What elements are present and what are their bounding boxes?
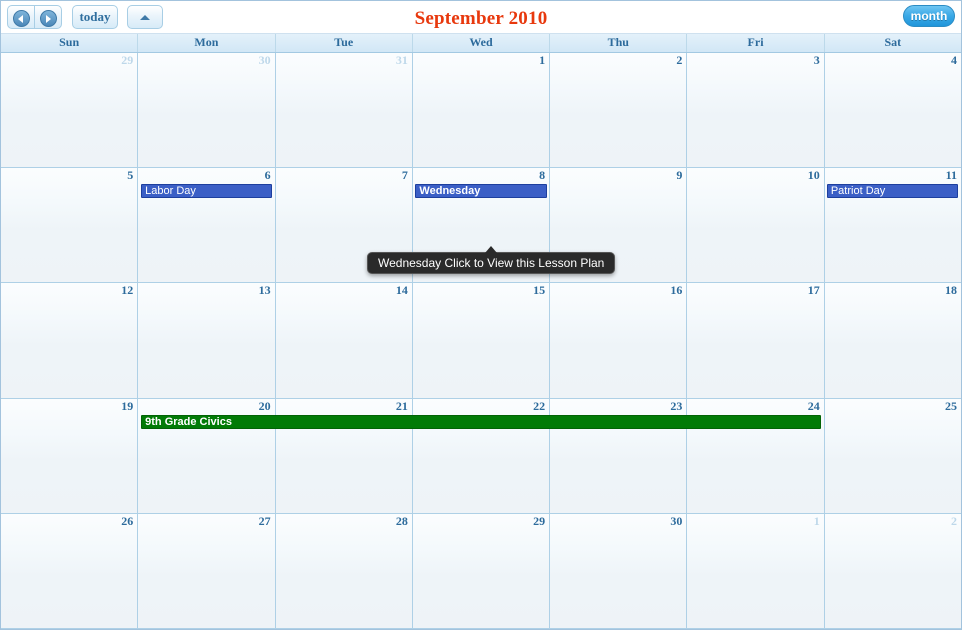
day-name-sun: Sun	[1, 34, 139, 52]
calendar-event[interactable]: 9th Grade Civics	[141, 414, 821, 429]
day-name-header: Sun Mon Tue Wed Thu Fri Sat	[1, 34, 961, 53]
day-cell[interactable]: 12	[1, 283, 139, 398]
day-number: 9	[676, 168, 683, 183]
day-cell[interactable]: 16	[550, 283, 688, 398]
day-cell[interactable]: 13	[138, 283, 276, 398]
week-row: 12 13 14 15 16 17 18	[1, 283, 961, 399]
day-number: 28	[395, 513, 408, 528]
day-cell[interactable]: 10	[687, 168, 825, 283]
day-cell[interactable]: 30	[138, 53, 276, 168]
calendar-event[interactable]: Patriot Day	[826, 184, 958, 199]
day-cell[interactable]: 27	[138, 513, 276, 628]
calendar-event[interactable]: Labor Day	[141, 184, 273, 199]
day-number: 13	[258, 283, 271, 298]
day-number: 2	[676, 53, 683, 67]
day-number: 1	[813, 513, 820, 528]
day-cell[interactable]: 5	[1, 168, 139, 283]
day-number: 24	[807, 398, 820, 413]
day-number: 11	[945, 168, 957, 183]
day-cell[interactable]: 14	[275, 283, 413, 398]
day-name-sat: Sat	[884, 35, 902, 49]
day-number: 30	[670, 513, 683, 528]
day-number: 8	[539, 168, 546, 183]
day-number: 19	[121, 398, 134, 413]
day-number: 3	[813, 53, 820, 67]
day-name-fri: Fri	[687, 34, 825, 52]
calendar-toolbar: today September 2010 month	[1, 1, 961, 34]
day-cell[interactable]: 26	[1, 513, 139, 628]
day-cell[interactable]: 2	[824, 513, 961, 628]
day-number: 22	[533, 398, 546, 413]
day-cell[interactable]: 1	[412, 53, 551, 168]
day-number: 12	[121, 283, 134, 298]
day-cell[interactable]: 3	[687, 53, 825, 168]
day-name-thu: Thu	[550, 34, 688, 52]
day-cell[interactable]: 17	[687, 283, 825, 398]
day-number: 23	[670, 398, 683, 413]
day-number: 29	[533, 513, 546, 528]
day-number: 26	[121, 513, 134, 528]
day-cell[interactable]: 19	[1, 398, 139, 513]
day-cell[interactable]: 4	[824, 53, 961, 168]
day-number: 31	[395, 53, 408, 67]
week-row: 26 27 28 29 30 1 2	[1, 513, 961, 629]
day-number: 15	[533, 283, 546, 298]
month-grid: 29 30 31 1 2 3 4 5 6 7 8 9 10 11 12 13 14 15 16 17 18 19 20 21 2…	[1, 53, 961, 629]
calendar-title: September 2010	[414, 8, 548, 29]
day-number: 1	[539, 53, 546, 67]
day-cell[interactable]: 29	[1, 53, 139, 168]
day-cell[interactable]: 1	[687, 513, 825, 628]
day-cell[interactable]: 25	[824, 398, 961, 513]
event-tooltip: Wednesday Click to View this Lesson Plan	[367, 246, 616, 275]
day-number: 21	[395, 398, 408, 413]
tooltip-text: Wednesday Click to View this Lesson Plan	[378, 256, 605, 271]
day-cell[interactable]: 2	[550, 53, 688, 168]
day-number: 4	[950, 53, 957, 67]
day-number: 20	[258, 398, 271, 413]
day-cell[interactable]: 28	[275, 513, 413, 628]
day-number: 6	[264, 168, 271, 183]
day-cell[interactable]: 30	[550, 513, 688, 628]
day-name-mon: Mon	[138, 34, 276, 52]
day-name-tue: Tue	[276, 34, 413, 52]
day-number: 29	[121, 53, 134, 67]
day-number: 2	[950, 513, 957, 528]
view-month-button[interactable]: month	[903, 5, 955, 27]
day-cell[interactable]: 15	[412, 283, 551, 398]
day-number: 18	[944, 283, 957, 298]
tooltip-arrow-icon	[485, 246, 498, 254]
day-number: 30	[258, 53, 271, 67]
day-number: 17	[807, 283, 820, 298]
day-number: 27	[258, 513, 271, 528]
day-number: 10	[807, 168, 820, 183]
day-number: 5	[127, 168, 134, 183]
calendar-app: today September 2010 month Sun Mon Tue Wed T…	[0, 0, 962, 630]
day-number: 25	[944, 398, 957, 413]
day-cell[interactable]: 29	[412, 513, 551, 628]
week-row: 29 30 31 1 2 3 4	[1, 53, 961, 169]
calendar-event[interactable]: Wednesday	[415, 184, 547, 199]
day-cell[interactable]: 31	[275, 53, 413, 168]
day-number: 14	[395, 283, 408, 298]
day-name-wed: Wed	[413, 34, 551, 52]
day-number: 7	[401, 168, 408, 183]
day-cell[interactable]: 18	[824, 283, 961, 398]
day-number: 16	[670, 283, 683, 298]
